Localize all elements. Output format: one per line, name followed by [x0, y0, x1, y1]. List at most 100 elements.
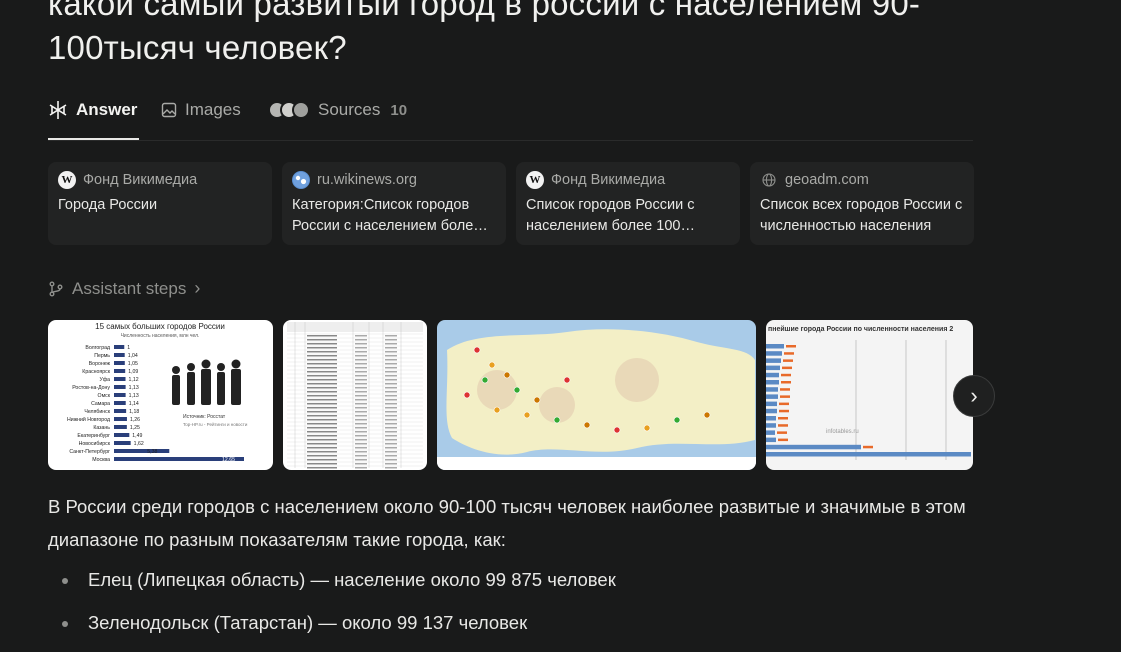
source-card[interactable]: W Фонд Викимедиа Список городов России с…	[516, 162, 740, 245]
table-cell	[355, 395, 367, 397]
table-cell	[385, 411, 397, 413]
table-cell	[307, 359, 337, 361]
chart-category-label: Волгоград	[85, 345, 110, 351]
query-title: какой самый развитый город в россии с на…	[48, 0, 921, 66]
chart-site: Top-HP.ru - Рейтинги и новости	[183, 421, 248, 427]
table-cell	[355, 343, 367, 345]
chart-bar	[766, 344, 784, 349]
map-marker	[703, 411, 711, 419]
table-cell	[385, 383, 397, 385]
source-title: Города России	[58, 197, 158, 213]
russia-map-image	[437, 329, 756, 470]
table-cell	[385, 443, 397, 445]
table-cell	[307, 467, 337, 469]
table-cell	[385, 407, 397, 409]
chart-value-label	[779, 402, 789, 406]
chart-bar	[766, 437, 776, 443]
chevron-right-icon: ›	[194, 278, 201, 298]
chart-category-label: Пермь	[94, 353, 110, 359]
table-cell	[385, 431, 397, 433]
table-cell	[307, 375, 337, 377]
chart-bar	[114, 417, 127, 421]
table-cell	[307, 399, 337, 401]
table-cell	[307, 459, 337, 461]
chart-bar	[766, 358, 781, 363]
table-cell	[385, 391, 397, 393]
chart-category-label: Воронеж	[89, 361, 111, 367]
chart-value-label	[781, 373, 791, 377]
chart-bar	[114, 449, 170, 453]
table-cell	[307, 423, 337, 425]
source-cards: W Фонд Викимедиа Города России ru.wikine…	[48, 162, 974, 245]
table-cell	[355, 347, 367, 349]
source-card[interactable]: W Фонд Викимедиа Города России	[48, 162, 272, 245]
table-cell	[307, 435, 337, 437]
chart-category-label: Ростов-на-Дону	[72, 385, 110, 391]
chart-bar	[766, 452, 971, 457]
list-item: Елец (Липецкая область) — население окол…	[48, 562, 988, 605]
chart-bar	[766, 380, 779, 385]
table-cell	[307, 463, 337, 465]
chart-bar	[766, 394, 778, 399]
wikipedia-icon: W	[526, 171, 544, 189]
source-title: Список городов России с населением более…	[526, 197, 695, 234]
table-cell	[307, 391, 337, 393]
source-card[interactable]: ru.wikinews.org Категория:Список городов…	[282, 162, 506, 245]
table-cell	[385, 355, 397, 357]
perplexity-icon	[49, 101, 67, 119]
table-cell	[385, 351, 397, 353]
tab-sources[interactable]: Sources 10	[268, 100, 407, 120]
table-cell	[385, 447, 397, 449]
table-cell	[355, 439, 367, 441]
table-cell	[355, 435, 367, 437]
table-cell	[307, 403, 337, 405]
tab-sources-label: Sources	[318, 100, 381, 119]
table-cell	[355, 375, 367, 377]
table-cell	[385, 419, 397, 421]
table-cell	[385, 403, 397, 405]
table-cell	[355, 427, 367, 429]
chart-category-label: Казань	[93, 425, 110, 431]
chart-value-label	[779, 409, 789, 413]
source-site: Фонд Викимедиа	[551, 172, 666, 188]
assistant-steps-toggle[interactable]: Assistant steps ›	[48, 278, 200, 299]
chart-bar	[114, 361, 125, 365]
table-cell	[385, 423, 397, 425]
tab-answer[interactable]: Answer	[48, 100, 137, 120]
assistant-steps-label: Assistant steps	[72, 278, 187, 298]
source-card[interactable]: geoadm.com Список всех городов России с …	[750, 162, 974, 245]
table-cell	[355, 411, 367, 413]
silhouettes-illustration	[172, 359, 241, 405]
table-cell	[385, 439, 397, 441]
table-cell	[355, 463, 367, 465]
table-cell	[355, 383, 367, 385]
chart-value-label: 1,13	[129, 393, 139, 399]
chart-value-label: 1,04	[128, 353, 138, 359]
table-cell	[307, 407, 337, 409]
table-cell	[307, 343, 337, 345]
map-marker	[488, 361, 496, 369]
table-cell	[355, 371, 367, 373]
image-thumbnail[interactable]: 15 самых больших городов России Численно…	[48, 320, 273, 470]
chart-value-label	[780, 395, 790, 398]
chart-bar	[114, 369, 126, 373]
table-cell	[307, 411, 337, 413]
chart-category-label: Новосибирск	[79, 441, 111, 447]
tab-images[interactable]: Images	[161, 100, 241, 120]
chart-bar	[766, 416, 776, 421]
image-thumbnail[interactable]	[437, 320, 756, 470]
gallery-next-button[interactable]: ›	[953, 375, 995, 417]
table-cell	[385, 435, 397, 437]
chart-value-label: 1	[127, 345, 130, 351]
table-cell	[355, 379, 367, 381]
table-cell	[355, 447, 367, 449]
chart-value-label: 1,12	[129, 377, 139, 383]
image-thumbnail[interactable]	[283, 320, 427, 470]
chart-value-label	[780, 388, 790, 391]
table-cell	[385, 347, 397, 349]
table-cell	[355, 419, 367, 421]
image-thumbnail[interactable]: пнейшие города России по численности нас…	[766, 320, 973, 470]
chart-title: пнейшие города России по численности нас…	[768, 325, 953, 333]
table-cell	[307, 455, 337, 457]
table-cell	[385, 459, 397, 461]
